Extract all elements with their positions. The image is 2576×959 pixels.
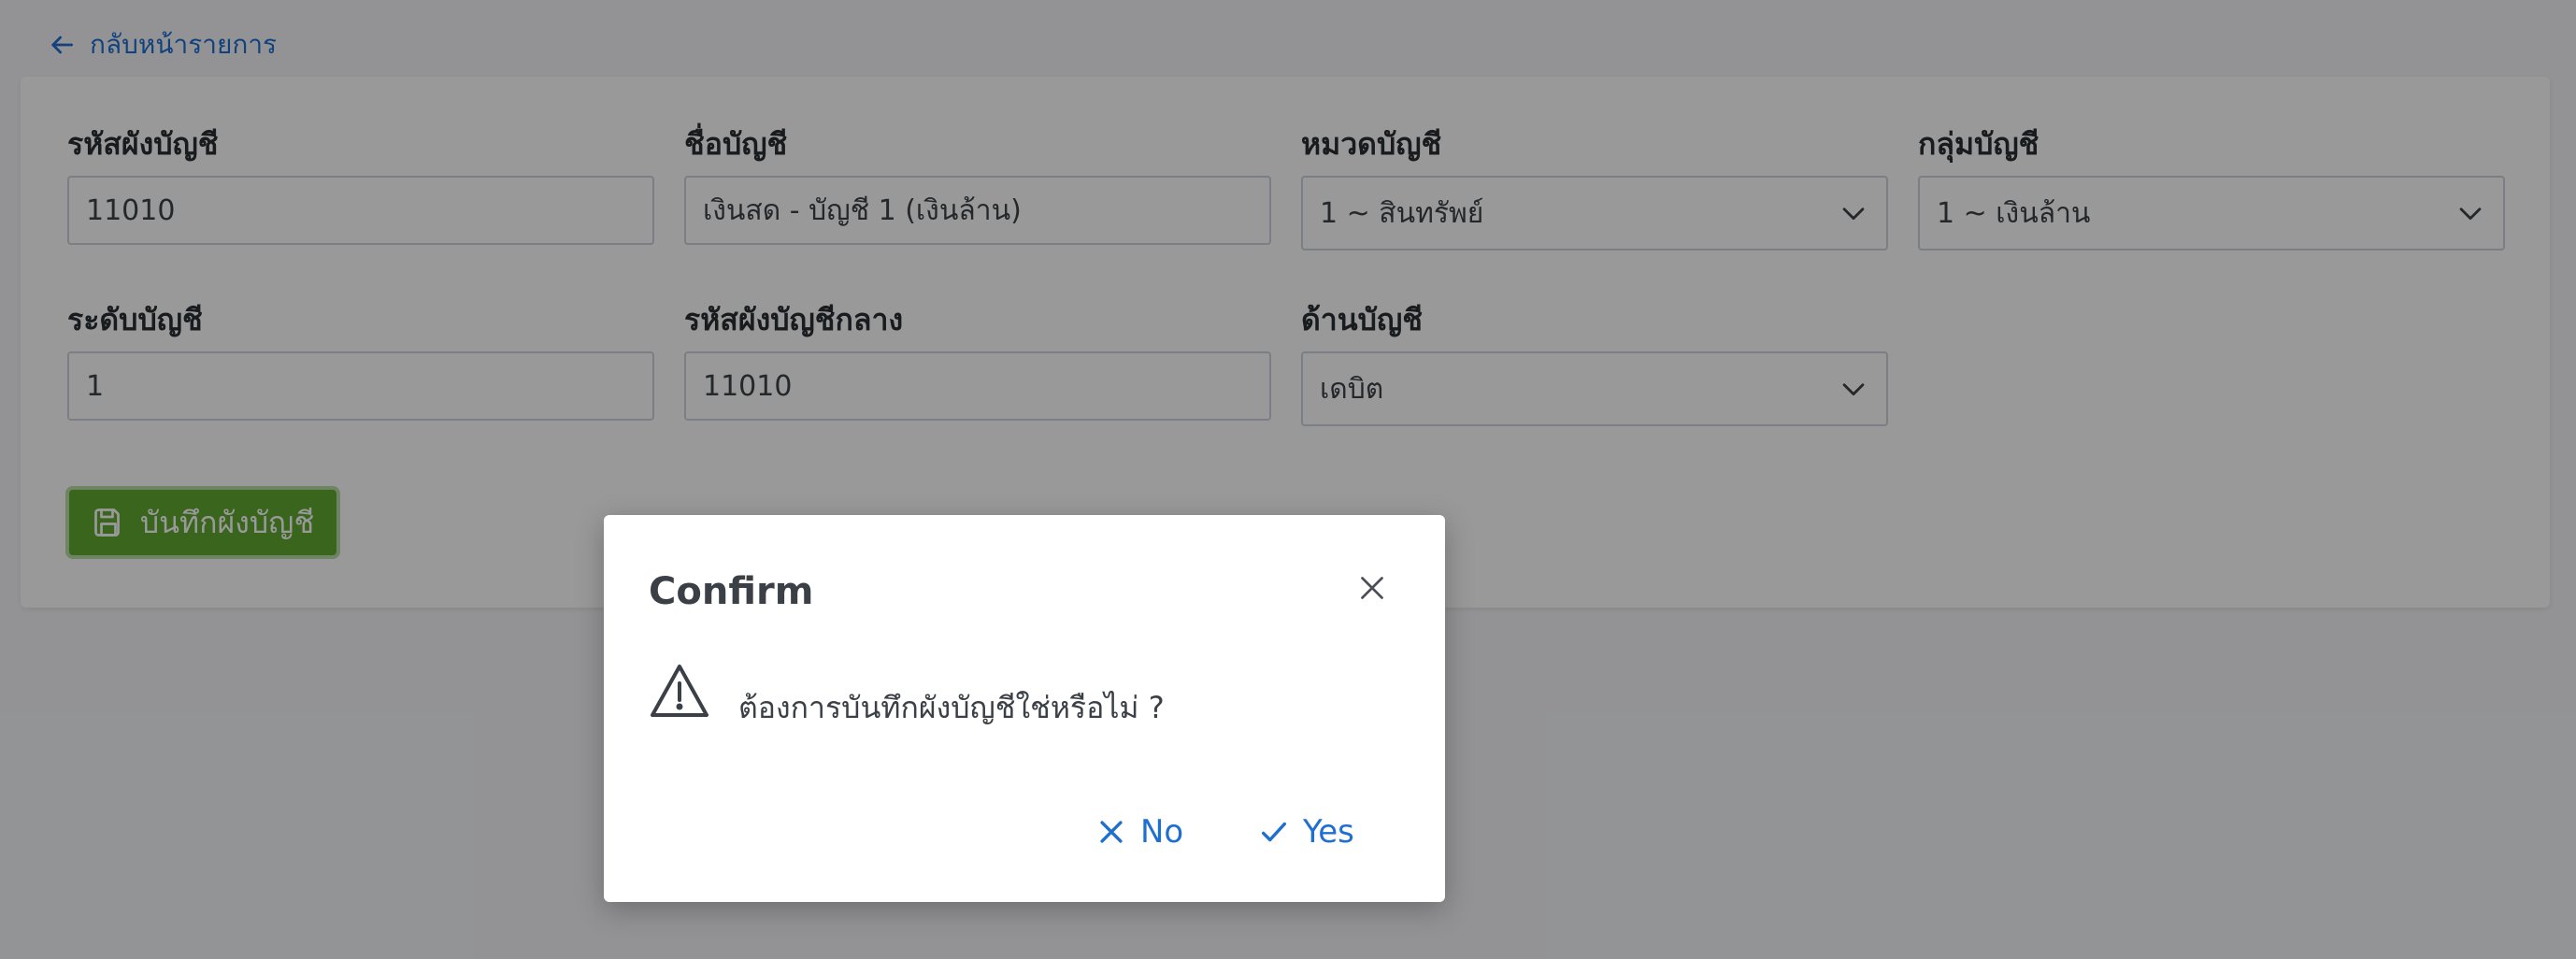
dialog-no-button[interactable]: No xyxy=(1095,799,1189,865)
no-button-label: No xyxy=(1140,813,1184,851)
dialog-title: Confirm xyxy=(649,570,814,613)
dialog-message: ต้องการบันทึกผังบัญชีใช่หรือไม่ ? xyxy=(738,690,1165,725)
x-icon xyxy=(1100,821,1123,843)
confirm-dialog: Confirm ต้องการบันทึกผังบัญชีใช่หรือไม่ … xyxy=(604,515,1445,902)
yes-button-label: Yes xyxy=(1303,813,1354,851)
dialog-close-button[interactable] xyxy=(1352,567,1393,608)
warning-triangle-icon xyxy=(651,665,708,717)
dialog-yes-button[interactable]: Yes xyxy=(1258,799,1370,865)
close-icon xyxy=(1361,577,1383,599)
check-icon xyxy=(1261,822,1287,842)
